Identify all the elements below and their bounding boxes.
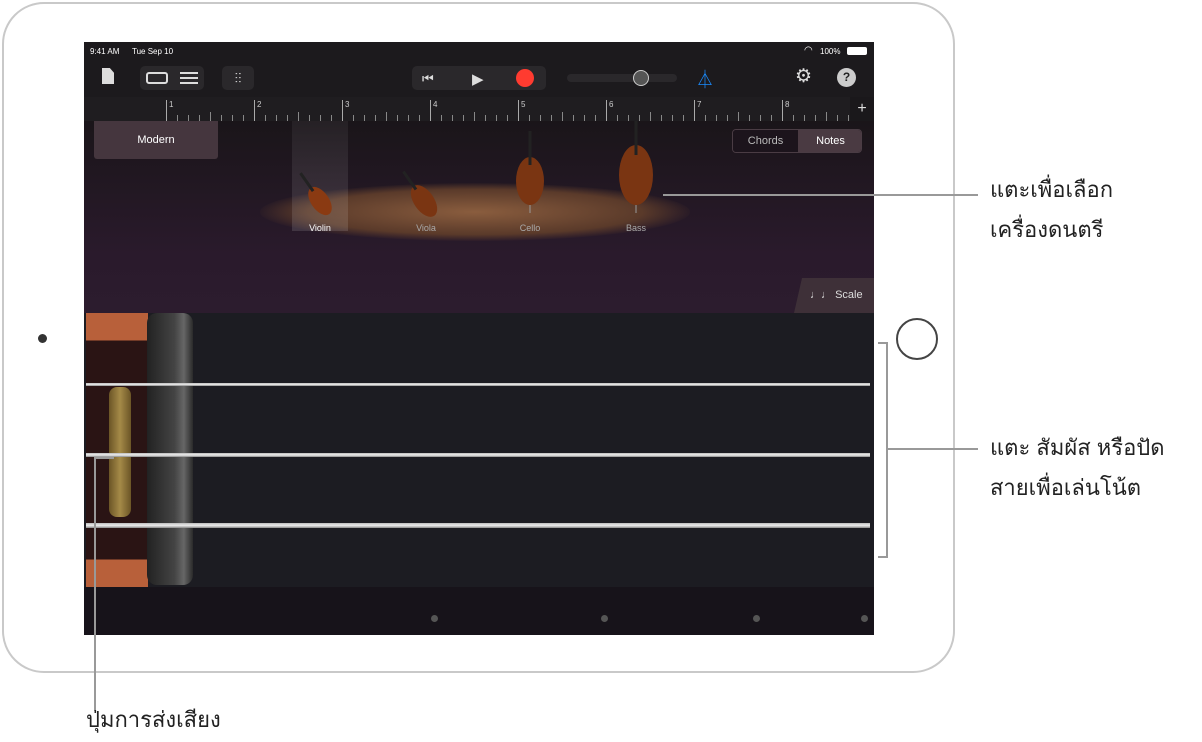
callout-bracket-strings: [878, 342, 888, 558]
instrument-label-viola[interactable]: Viola: [386, 223, 466, 233]
instrument-area: Modern Chords Notes Violin Viola Cello B…: [84, 121, 874, 313]
volume-knob[interactable]: [633, 70, 649, 86]
ruler-bar-3: 3: [342, 100, 349, 121]
list-view-icon[interactable]: [180, 72, 198, 84]
callout-strings-line2: สายเพื่อเล่นโน้ต: [990, 475, 1142, 500]
play-icon[interactable]: ▶: [472, 70, 484, 88]
transport-controls: ⏮ ▶: [412, 66, 546, 90]
add-section-button[interactable]: +: [850, 97, 874, 121]
callout-strings-line1: แตะ สัมผัส หรือปัด: [990, 435, 1165, 460]
instrument-label-bass[interactable]: Bass: [596, 223, 676, 233]
ruler-tick: [474, 112, 475, 121]
scale-label: Scale: [835, 289, 863, 301]
wifi-icon: ◠: [804, 45, 813, 56]
instrument-label-violin[interactable]: Violin: [280, 223, 360, 233]
ruler-bar-2: 2: [254, 100, 261, 121]
ruler-bar-1: 1: [166, 100, 173, 121]
document-icon[interactable]: [102, 68, 114, 84]
ruler[interactable]: 1 2 3 4 5 6 7 8 +: [84, 97, 874, 121]
string-1[interactable]: [86, 383, 870, 386]
string-3[interactable]: [86, 523, 870, 528]
bottom-area: [84, 587, 874, 635]
violin-icon[interactable]: [293, 168, 336, 219]
callout-instrument-line1: แตะเพื่อเลือก: [990, 177, 1114, 202]
fret-marker: [753, 615, 760, 622]
mixer-icon[interactable]: ⫶⫶: [222, 66, 254, 90]
callout-instrument: แตะเพื่อเลือก เครื่องดนตรี: [990, 170, 1113, 250]
callout-line-strings: [888, 448, 978, 450]
callout-line-articulation-tick: [94, 457, 114, 459]
help-icon[interactable]: ?: [837, 68, 856, 87]
toolbar: ⫶⫶ ⏮ ▶ ⏃ ⚙ ?: [84, 60, 874, 97]
status-date: Tue Sep 10: [132, 47, 174, 56]
fret-marker: [861, 615, 868, 622]
master-volume-slider[interactable]: [567, 70, 677, 86]
nut: [147, 313, 193, 585]
status-time: 9:41 AM: [90, 47, 120, 56]
ruler-tick: [386, 112, 387, 121]
fret-marker: [431, 615, 438, 622]
front-camera: [38, 334, 47, 343]
ruler-bar-7: 7: [694, 100, 701, 121]
instrument-label-cello[interactable]: Cello: [490, 223, 570, 233]
settings-icon[interactable]: ⚙: [795, 65, 812, 88]
instrument-picker: [293, 121, 653, 222]
callout-strings: แตะ สัมผัส หรือปัด สายเพื่อเล่นโน้ต: [990, 428, 1165, 508]
callout-line-instrument: [663, 194, 978, 196]
tracks-view-icon[interactable]: [146, 72, 168, 84]
scale-button[interactable]: ♩♩ Scale: [794, 278, 874, 313]
bass-icon[interactable]: [619, 121, 653, 213]
rewind-icon[interactable]: ⏮: [422, 71, 434, 87]
battery-icon: [847, 47, 867, 55]
cello-icon[interactable]: [516, 131, 544, 213]
ruler-tick: [826, 112, 827, 121]
viola-icon[interactable]: [395, 166, 442, 222]
record-icon[interactable]: [516, 69, 534, 87]
view-toggle: [140, 66, 204, 90]
ruler-tick: [562, 112, 563, 121]
callout-line-articulation: [94, 457, 96, 711]
fret-marker: [601, 615, 608, 622]
home-button[interactable]: [896, 318, 938, 360]
ruler-bar-4: 4: [430, 100, 437, 121]
ruler-tick: [298, 112, 299, 121]
garageband-screen: 9:41 AM Tue Sep 10 ◠ 100% ⫶⫶ ⏮ ▶ ⏃ ⚙ ? 1…: [84, 42, 874, 635]
string-2[interactable]: [86, 453, 870, 457]
string-fretboard[interactable]: [84, 313, 874, 599]
ruler-tick: [650, 112, 651, 121]
status-bar: 9:41 AM Tue Sep 10 ◠ 100%: [84, 42, 874, 60]
battery-percent: 100%: [820, 47, 841, 56]
ruler-bar-5: 5: [518, 100, 525, 121]
callout-articulation: ปุ่มการส่งเสียง: [86, 707, 221, 732]
ruler-tick: [210, 112, 211, 121]
ruler-bar-8: 8: [782, 100, 789, 121]
metronome-icon[interactable]: ⏃: [696, 66, 714, 92]
articulation-button[interactable]: [109, 387, 131, 517]
ruler-tick: [738, 112, 739, 121]
notes-icon: ♩♩: [810, 289, 836, 301]
ruler-bar-6: 6: [606, 100, 613, 121]
callout-instrument-line2: เครื่องดนตรี: [990, 217, 1104, 242]
